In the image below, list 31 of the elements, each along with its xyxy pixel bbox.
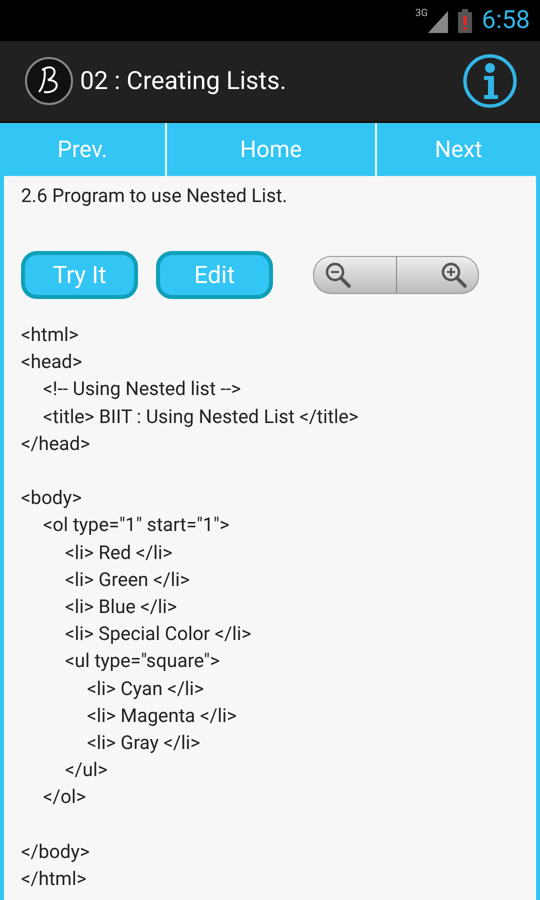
action-button[interactable]: Try It [21,251,138,300]
code-line: <body> [21,485,83,512]
code-line: </ul> [65,757,109,784]
code-line: <head> [21,349,84,376]
code-line: <li> Red </li> [65,540,174,566]
code-line: <html> [21,322,80,348]
signal-icon [426,8,448,33]
code-line: <ol type="1" start="1"> [43,512,230,538]
code-line: <ul type="square"> [65,648,221,674]
code-line: <li> Cyan </li> [87,676,205,702]
network-type: 3G [415,8,428,19]
code-line: <title> BIIT : Using Nested List </title> [43,404,360,430]
clock-time: 6:58 [482,6,530,36]
code-line: <!-- Using Nested list --> [43,376,242,402]
app-logo-icon [24,56,74,106]
battery-icon [458,8,472,33]
code-line: <li> Gray </li> [87,730,202,756]
code-line: </ol> [43,784,87,810]
zoom-out-icon [324,261,352,290]
action-button[interactable]: Edit [156,251,273,300]
code-line: <li> Green </li> [65,566,191,593]
code-line: <li> Blue </li> [65,594,178,620]
code-line: <li> Magenta </li> [87,702,238,729]
section-heading: 2.6 Program to use Nested List. [21,184,288,208]
info-icon[interactable] [462,53,518,110]
app-title: 02 : Creating Lists. [80,66,288,96]
zoom-in-icon [440,261,468,290]
code-line: </head> [21,430,92,457]
code-line: </html> [21,866,88,892]
code-line: <li> Special Color </li> [65,621,252,648]
code-line: </body> [21,838,91,865]
